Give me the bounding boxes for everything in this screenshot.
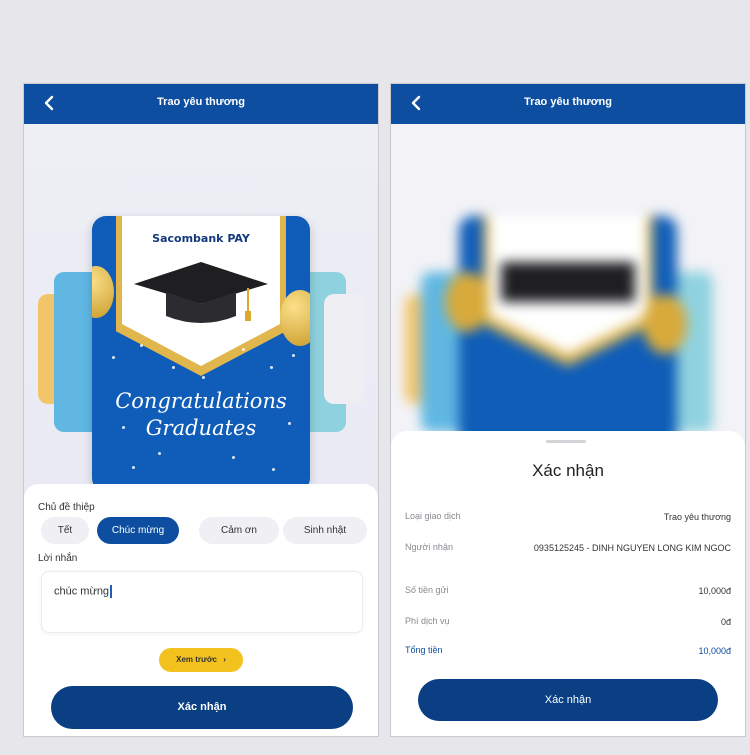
sheet-title: Xác nhận	[532, 461, 604, 480]
page-title: Trao yêu thương	[157, 96, 245, 108]
compose-screen: Trao yêu thương Sacombank PAY Congratula…	[23, 83, 379, 737]
message-value: chúc mừng	[54, 585, 110, 598]
confetti-dot	[272, 468, 275, 471]
row-value: 0935125245 - DINH NGUYEN LONG KIM NGOC	[533, 543, 731, 553]
confirm-button[interactable]: Xác nhận	[418, 679, 718, 721]
chip-chuc-mung[interactable]: Chúc mừng	[97, 517, 179, 544]
confetti-dot	[122, 426, 125, 429]
confirmation-screen: Trao yêu thương Xác nhận Loại giao dịch …	[390, 83, 746, 737]
row-label: Loại giao dịch	[405, 511, 461, 521]
row-label: Tổng tiền	[405, 645, 443, 655]
app-header: Trao yêu thương	[24, 84, 378, 124]
row-value: 10,000đ	[698, 586, 731, 596]
chevron-right-icon: ›	[223, 655, 226, 664]
confetti-dot	[270, 366, 273, 369]
confetti-dot	[132, 466, 135, 469]
page-title: Trao yêu thương	[524, 96, 612, 108]
preview-label: Xem trước	[176, 655, 217, 664]
chip-cam-on[interactable]: Cảm ơn	[199, 517, 279, 544]
row-value: 10,000đ	[698, 646, 731, 656]
selected-greeting-card[interactable]: Sacombank PAY Congratulations Graduates	[92, 216, 310, 492]
confetti-dot	[202, 376, 205, 379]
confetti-dot	[112, 356, 115, 359]
confetti-dot	[232, 456, 235, 459]
card-brand: Sacombank PAY	[152, 232, 250, 245]
confirm-button[interactable]: Xác nhận	[51, 686, 353, 729]
confetti-dot	[172, 366, 175, 369]
chip-tet[interactable]: Tết	[41, 517, 89, 544]
chip-sinh-nhat[interactable]: Sinh nhật	[283, 517, 367, 544]
confetti-dot	[140, 344, 143, 347]
confirmation-sheet: Xác nhận Loại giao dịch Trao yêu thương …	[391, 431, 745, 736]
card-carousel[interactable]: Sacombank PAY Congratulations Graduates	[24, 124, 378, 504]
row-label: Người nhận	[405, 542, 453, 552]
message-input[interactable]: chúc mừng	[41, 571, 363, 633]
app-header: Trao yêu thương	[391, 84, 745, 124]
card-thumbnail[interactable]	[324, 294, 364, 404]
preview-button[interactable]: Xem trước ›	[159, 648, 243, 672]
row-label: Số tiền gửi	[405, 585, 449, 595]
message-label: Lời nhắn	[38, 553, 78, 564]
graduation-cap-icon	[134, 262, 268, 323]
row-value: Trao yêu thương	[663, 512, 731, 522]
row-value: 0đ	[720, 617, 731, 627]
card-greeting-text: Congratulations Graduates	[92, 388, 310, 442]
gold-balloon-left	[92, 266, 114, 318]
row-label: Phí dịch vụ	[405, 616, 450, 626]
card-greeting-line2: Graduates	[145, 416, 257, 440]
theme-label: Chủ đề thiệp	[38, 502, 95, 513]
confetti-dot	[288, 422, 291, 425]
sheet-handle[interactable]	[546, 440, 586, 443]
card-greeting-line1: Congratulations	[115, 389, 287, 413]
confetti-dot	[158, 452, 161, 455]
confetti-dot	[242, 348, 245, 351]
confetti-dot	[292, 354, 295, 357]
gold-balloon-right	[280, 290, 310, 346]
text-cursor	[110, 585, 113, 598]
